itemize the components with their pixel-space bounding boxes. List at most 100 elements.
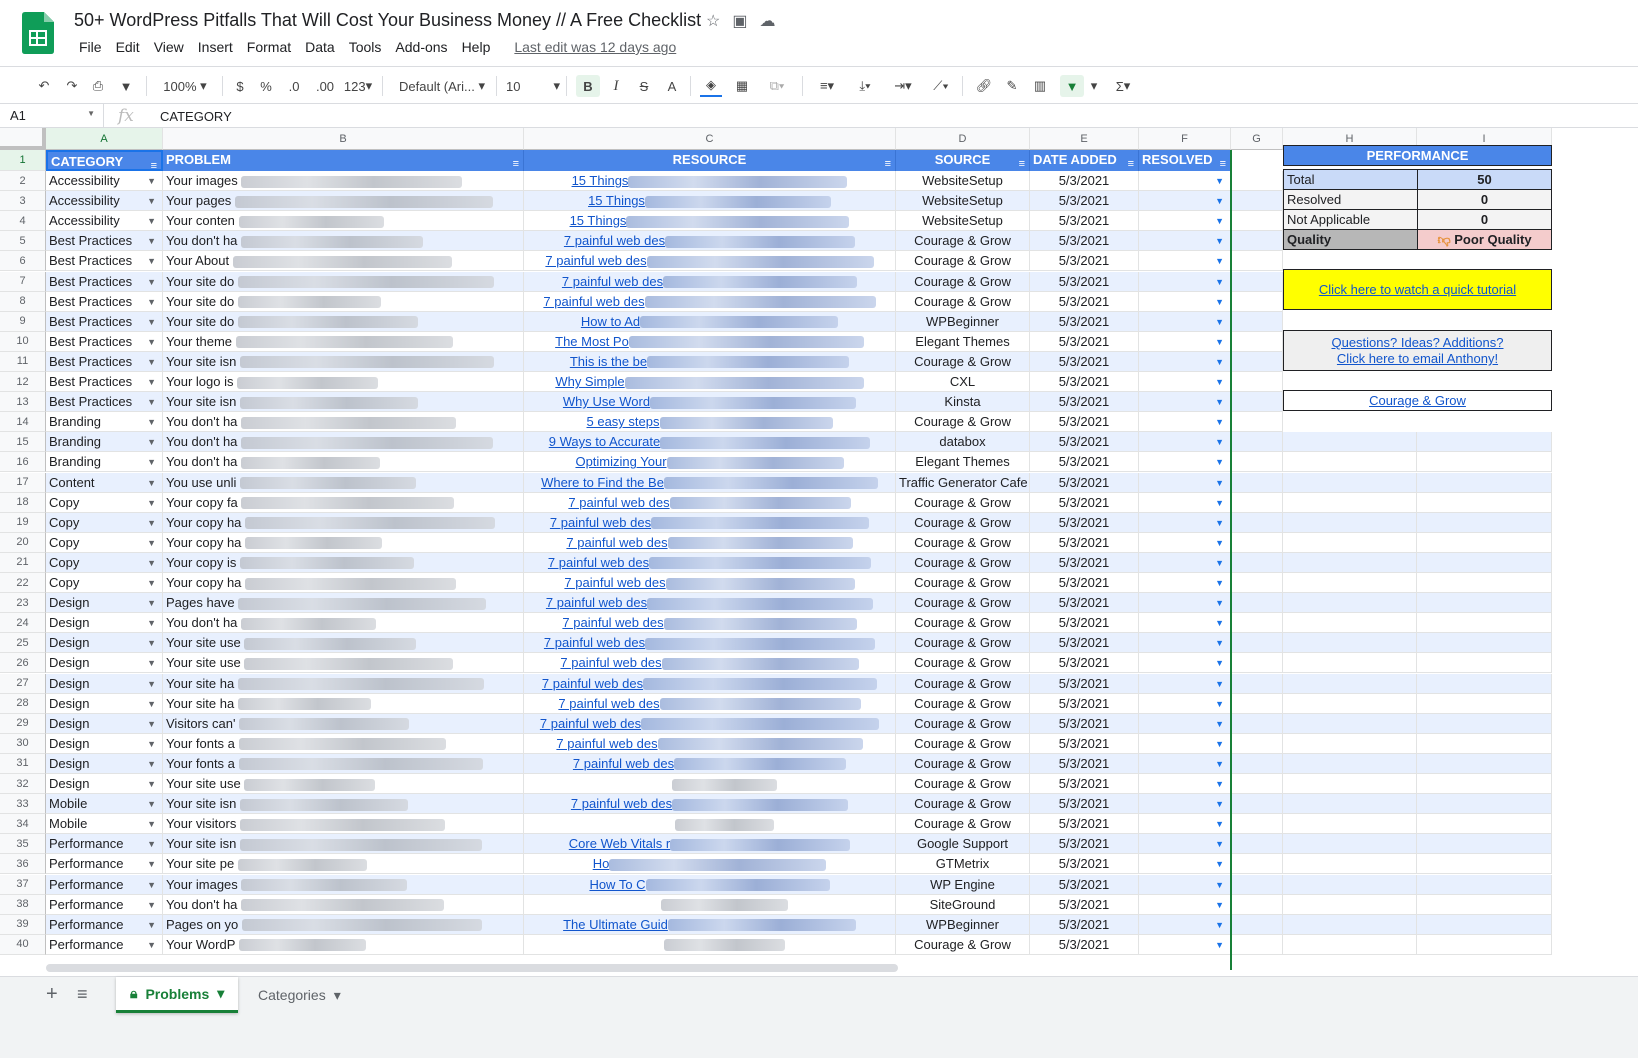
empty-cell[interactable] [1231,532,1283,553]
resource-link[interactable]: 15 Things [588,193,645,208]
dropdown-icon[interactable]: ▼ [1215,875,1224,894]
row-header[interactable]: 29 [0,713,46,734]
date-cell[interactable]: 5/3/2021 [1030,693,1139,714]
date-cell[interactable]: 5/3/2021 [1030,251,1139,272]
row-header[interactable]: 34 [0,814,46,835]
empty-cell[interactable] [1283,794,1417,815]
dropdown-icon[interactable]: ▼ [147,794,156,813]
resolved-cell[interactable]: ▼ [1139,633,1231,654]
empty-cell[interactable] [1231,673,1283,694]
date-cell[interactable]: 5/3/2021 [1030,834,1139,855]
resource-link[interactable]: 7 painful web des [568,495,669,510]
source-cell[interactable]: Courage & Grow [896,492,1030,513]
resource-cell[interactable]: Why Use Word [524,392,896,413]
resolved-cell[interactable]: ▼ [1139,191,1231,212]
resolved-cell[interactable]: ▼ [1139,914,1231,935]
header-date-added[interactable]: DATE ADDED ≡ [1030,150,1139,171]
category-cell[interactable]: Best Practices ▼ [46,372,163,393]
dropdown-icon[interactable]: ▼ [147,774,156,793]
row-header[interactable]: 15 [0,432,46,453]
row-header[interactable]: 3 [0,191,46,212]
source-cell[interactable]: Courage & Grow [896,351,1030,372]
category-cell[interactable]: Best Practices ▼ [46,291,163,312]
category-cell[interactable]: Design ▼ [46,753,163,774]
source-cell[interactable]: Courage & Grow [896,713,1030,734]
row-header[interactable]: 17 [0,472,46,493]
date-cell[interactable]: 5/3/2021 [1030,351,1139,372]
category-cell[interactable]: Copy ▼ [46,552,163,573]
source-cell[interactable]: Courage & Grow [896,794,1030,815]
valign-icon[interactable]: ⤓▾ [850,75,880,97]
empty-cell[interactable] [1231,914,1283,935]
problem-cell[interactable]: You don't ha [163,412,524,433]
dropdown-icon[interactable]: ▼ [147,915,156,934]
dropdown-icon[interactable]: ▼ [1215,794,1224,813]
date-cell[interactable]: 5/3/2021 [1030,412,1139,433]
dropdown-icon[interactable]: ▼ [147,734,156,753]
resource-link[interactable]: Optimizing Your [575,454,666,469]
problem-cell[interactable]: You don't ha [163,231,524,252]
empty-cell[interactable] [1417,653,1552,674]
resource-cell[interactable]: 7 painful web des [524,492,896,513]
dropdown-icon[interactable]: ▼ [147,251,156,270]
increase-decimal-button[interactable]: .00 [312,75,338,97]
category-cell[interactable]: Best Practices ▼ [46,331,163,352]
resource-cell[interactable]: 7 painful web des [524,673,896,694]
empty-cell[interactable] [1231,874,1283,895]
empty-cell[interactable] [1417,713,1552,734]
dropdown-icon[interactable]: ▼ [147,633,156,652]
empty-cell[interactable] [1231,653,1283,674]
row-header[interactable]: 18 [0,492,46,513]
category-cell[interactable]: Performance ▼ [46,914,163,935]
date-cell[interactable]: 5/3/2021 [1030,673,1139,694]
row-header[interactable]: 22 [0,573,46,594]
category-cell[interactable]: Best Practices ▼ [46,251,163,272]
resource-cell[interactable] [524,814,896,835]
brand-link[interactable]: Courage & Grow [1369,393,1466,408]
resource-link[interactable]: 7 painful web des [546,595,647,610]
resource-cell[interactable]: 7 painful web des [524,532,896,553]
header-resolved[interactable]: RESOLVED ≡ [1139,150,1231,171]
empty-cell[interactable] [1283,573,1417,594]
resource-link[interactable]: Why Use Word [563,394,650,409]
empty-cell[interactable] [1231,432,1283,453]
resource-cell[interactable]: 7 painful web des [524,552,896,573]
source-cell[interactable]: Elegant Themes [896,331,1030,352]
date-cell[interactable]: 5/3/2021 [1030,753,1139,774]
dropdown-icon[interactable]: ▼ [1215,231,1224,250]
source-cell[interactable]: Courage & Grow [896,251,1030,272]
row-header[interactable]: 8 [0,291,46,312]
empty-cell[interactable] [1231,613,1283,634]
resolved-cell[interactable]: ▼ [1139,271,1231,292]
row-header[interactable]: 12 [0,372,46,393]
resolved-cell[interactable]: ▼ [1139,231,1231,252]
resource-cell[interactable]: 7 painful web des [524,593,896,614]
problem-cell[interactable]: Your copy is [163,552,524,573]
empty-cell[interactable] [1417,874,1552,895]
empty-cell[interactable] [1231,472,1283,493]
empty-cell[interactable] [1283,753,1417,774]
problem-cell[interactable]: Your site do [163,291,524,312]
dropdown-icon[interactable]: ▼ [1215,593,1224,612]
row-header[interactable]: 36 [0,854,46,875]
empty-cell[interactable] [1283,774,1417,795]
category-cell[interactable]: Performance ▼ [46,874,163,895]
more-formats-button[interactable]: 123 ▾ [342,75,374,97]
empty-cell[interactable] [1231,633,1283,654]
empty-cell[interactable] [1283,914,1417,935]
empty-cell[interactable] [1283,854,1417,875]
date-cell[interactable]: 5/3/2021 [1030,794,1139,815]
dropdown-icon[interactable]: ▼ [147,674,156,693]
resource-cell[interactable]: 7 painful web des [524,251,896,272]
resource-cell[interactable]: 15 Things [524,211,896,232]
dropdown-icon[interactable]: ▼ [147,352,156,371]
header-resource[interactable]: RESOURCE ≡ [524,150,896,171]
empty-cell[interactable] [1283,552,1417,573]
resource-link[interactable]: The Most Po [555,334,629,349]
date-cell[interactable]: 5/3/2021 [1030,613,1139,634]
source-cell[interactable]: Elegant Themes [896,452,1030,473]
last-edit-link[interactable]: Last edit was 12 days ago [507,39,683,55]
empty-cell[interactable] [1417,854,1552,875]
resolved-cell[interactable]: ▼ [1139,331,1231,352]
dropdown-icon[interactable]: ▼ [147,573,156,592]
